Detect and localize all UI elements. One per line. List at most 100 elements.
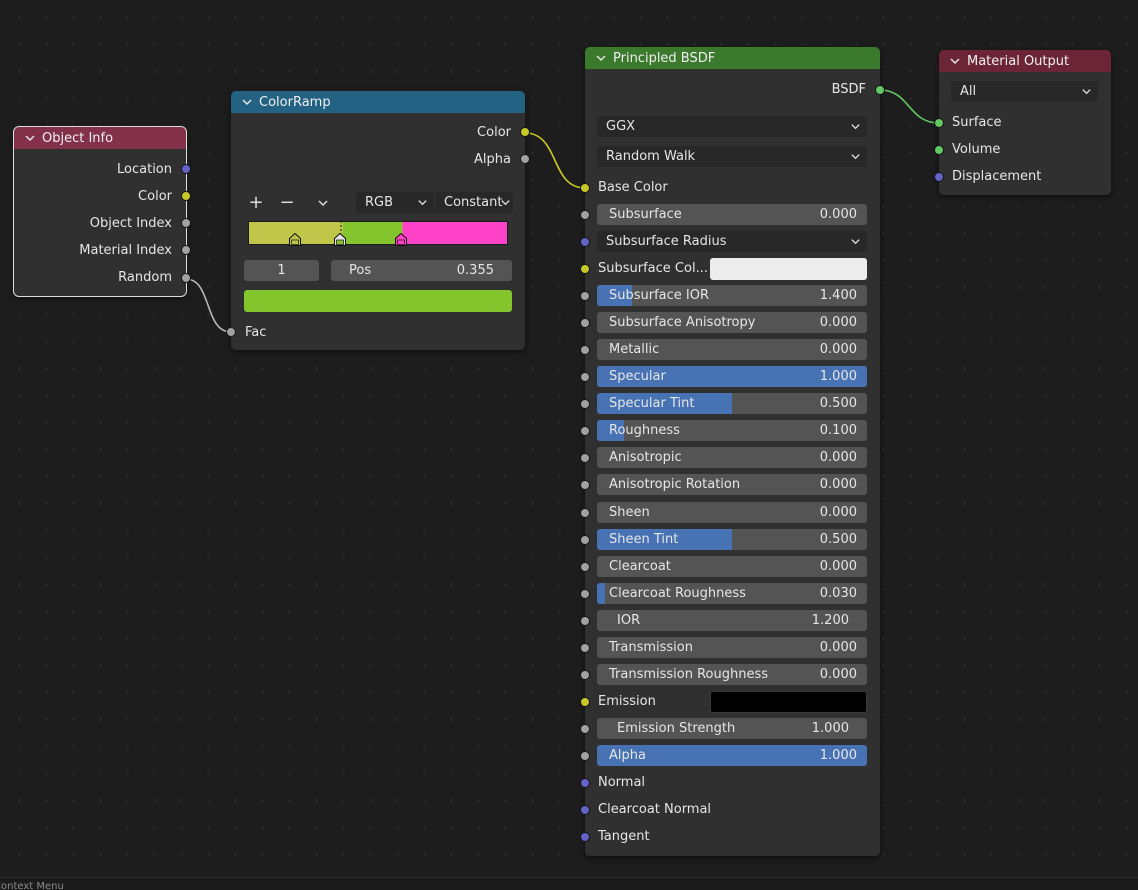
color-mode-dropdown[interactable]: RGB: [356, 192, 434, 213]
tangent-socket[interactable]: [580, 832, 590, 842]
metallic-field[interactable]: Metallic 0.000: [597, 339, 867, 360]
specular-socket[interactable]: [580, 372, 590, 382]
distribution-dropdown[interactable]: GGX: [597, 116, 867, 137]
interpolation-value: Constant: [444, 195, 503, 210]
clearcoat-roughness-socket[interactable]: [580, 589, 590, 599]
colorramp-node[interactable]: ColorRamp Color Alpha + − RGB Constant 1…: [231, 91, 525, 350]
field-value: 0.000: [819, 559, 857, 574]
random-socket[interactable]: [181, 273, 191, 283]
field-value: 0.000: [819, 640, 857, 655]
object-info-header[interactable]: Object Info: [14, 127, 186, 149]
output-label: Color: [138, 189, 172, 204]
emission-strength-socket[interactable]: [580, 724, 590, 734]
transmission-socket[interactable]: [580, 643, 590, 653]
input-label: Volume: [952, 142, 1001, 157]
fac-socket[interactable]: [226, 327, 236, 337]
subsurface-ior-socket[interactable]: [580, 291, 590, 301]
output-target-dropdown[interactable]: All: [951, 81, 1098, 102]
material-output-node[interactable]: Material Output All Surface Volume Displ…: [939, 50, 1111, 195]
transmission-roughness-field[interactable]: Transmission Roughness 0.000: [597, 664, 867, 685]
anisotropic-socket[interactable]: [580, 453, 590, 463]
transmission-roughness-socket[interactable]: [580, 670, 590, 680]
base-color-socket[interactable]: [580, 183, 590, 193]
field-label: Metallic: [609, 342, 660, 357]
subsurface-color-swatch[interactable]: [710, 258, 867, 280]
output-label: BSDF: [831, 82, 866, 97]
clearcoat-field[interactable]: Clearcoat 0.000: [597, 556, 867, 577]
field-label: Roughness: [609, 423, 680, 438]
add-stop-button[interactable]: +: [243, 192, 269, 213]
collapse-chevron-icon[interactable]: [24, 132, 36, 144]
emission-socket[interactable]: [580, 697, 590, 707]
principled-bsdf-node[interactable]: Principled BSDF BSDF GGX Random Walk Bas…: [585, 47, 880, 856]
field-label: Anisotropic: [609, 450, 682, 465]
distribution-value: GGX: [606, 119, 636, 134]
subsurface-radius-dropdown[interactable]: Subsurface Radius: [597, 231, 867, 252]
subsurface-radius-socket[interactable]: [580, 237, 590, 247]
color-socket[interactable]: [181, 191, 191, 201]
subsurface-socket[interactable]: [580, 210, 590, 220]
sheen-field[interactable]: Sheen 0.000: [597, 502, 867, 523]
clearcoat-socket[interactable]: [580, 562, 590, 572]
alpha-socket[interactable]: [580, 751, 590, 761]
chevron-down-icon: [418, 200, 427, 206]
sheen-tint-field[interactable]: Sheen Tint 0.500: [597, 529, 867, 550]
ramp-alpha-socket[interactable]: [520, 154, 530, 164]
roughness-socket[interactable]: [580, 426, 590, 436]
object-info-node[interactable]: Object Info Location Color Object Index …: [13, 126, 187, 297]
emission-color-swatch[interactable]: [710, 691, 867, 713]
material-output-header[interactable]: Material Output: [939, 50, 1111, 72]
active-stop-color-swatch[interactable]: [244, 290, 512, 312]
surface-socket[interactable]: [934, 118, 944, 128]
collapse-chevron-icon[interactable]: [949, 55, 961, 67]
subsurface-color-socket[interactable]: [580, 264, 590, 274]
sheen-tint-socket[interactable]: [580, 535, 590, 545]
location-socket[interactable]: [181, 164, 191, 174]
metallic-socket[interactable]: [580, 345, 590, 355]
ramp-menu-button[interactable]: [310, 192, 336, 213]
clearcoat-roughness-field[interactable]: Clearcoat Roughness 0.030: [597, 583, 867, 604]
transmission-field[interactable]: Transmission 0.000: [597, 637, 867, 658]
remove-stop-button[interactable]: −: [274, 192, 300, 213]
specular-tint-field[interactable]: Specular Tint 0.500: [597, 393, 867, 414]
chevron-down-icon: [851, 239, 860, 245]
displacement-socket[interactable]: [934, 172, 944, 182]
anisotropic-rotation-field[interactable]: Anisotropic Rotation 0.000: [597, 474, 867, 495]
specular-tint-socket[interactable]: [580, 399, 590, 409]
specular-field[interactable]: Specular 1.000: [597, 366, 867, 387]
subsurface-anisotropy-socket[interactable]: [580, 318, 590, 328]
anisotropic-field[interactable]: Anisotropic 0.000: [597, 447, 867, 468]
active-stop-index-field[interactable]: 1: [244, 260, 319, 281]
alpha-field[interactable]: Alpha 1.000: [597, 745, 867, 766]
emission-strength-field[interactable]: Emission Strength 1.000: [597, 718, 867, 739]
color-stop-handle-active[interactable]: [334, 233, 346, 246]
material-index-socket[interactable]: [181, 245, 191, 255]
subsurface-anisotropy-field[interactable]: Subsurface Anisotropy 0.000: [597, 312, 867, 333]
volume-socket[interactable]: [934, 145, 944, 155]
output-target-value: All: [960, 84, 977, 99]
object-index-socket[interactable]: [181, 218, 191, 228]
colorramp-header[interactable]: ColorRamp: [231, 91, 525, 113]
anisotropic-rotation-socket[interactable]: [580, 480, 590, 490]
clearcoat-normal-socket[interactable]: [580, 805, 590, 815]
bsdf-output-socket[interactable]: [875, 85, 885, 95]
color-ramp-bar[interactable]: [248, 221, 508, 245]
interpolation-dropdown[interactable]: Constant: [435, 192, 513, 213]
roughness-field[interactable]: Roughness 0.100: [597, 420, 867, 441]
ramp-color-socket[interactable]: [520, 127, 530, 137]
stop-position-field[interactable]: Pos 0.355: [331, 260, 512, 281]
subsurface-ior-field[interactable]: Subsurface IOR 1.400: [597, 285, 867, 306]
collapse-chevron-icon[interactable]: [241, 96, 253, 108]
normal-socket[interactable]: [580, 778, 590, 788]
subsurface-field[interactable]: Subsurface 0.000: [597, 204, 867, 225]
field-value: 0.100: [819, 423, 857, 438]
principled-bsdf-header[interactable]: Principled BSDF: [585, 47, 880, 69]
sheen-socket[interactable]: [580, 508, 590, 518]
collapse-chevron-icon[interactable]: [595, 52, 607, 64]
ior-field[interactable]: IOR 1.200: [597, 610, 867, 631]
ior-socket[interactable]: [580, 616, 590, 626]
field-value: 0.000: [819, 450, 857, 465]
color-stop-handle[interactable]: [289, 233, 301, 246]
color-stop-handle[interactable]: [395, 233, 407, 246]
subsurface-method-dropdown[interactable]: Random Walk: [597, 146, 867, 167]
